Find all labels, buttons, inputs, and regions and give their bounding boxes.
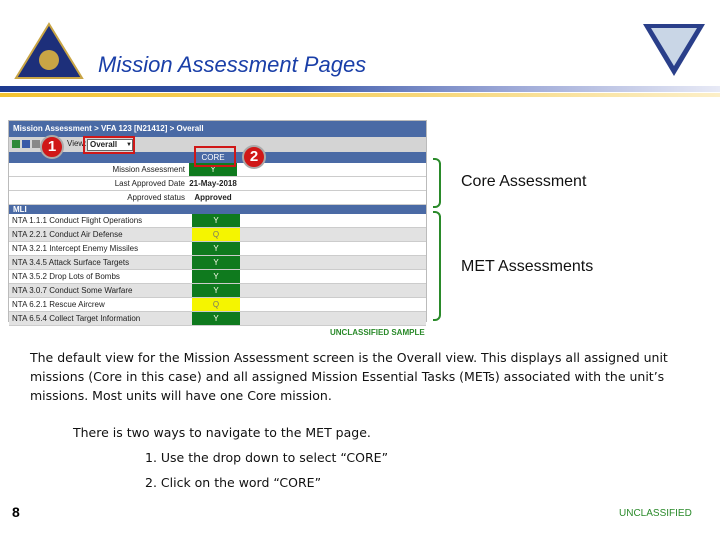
- header-divider-gold: [0, 93, 720, 97]
- summary-row: Last Approved Date 21-May-2018: [9, 177, 426, 191]
- task-row: NTA 6.2.1 Rescue Aircrew Q: [9, 298, 426, 312]
- task-row: NTA 3.5.2 Drop Lots of Bombs Y: [9, 270, 426, 284]
- row-label: Approved status: [127, 193, 185, 202]
- row-label: NTA 6.5.4 Collect Target Information: [12, 314, 141, 323]
- status-cell: Y: [192, 214, 240, 227]
- page-number: 8: [12, 504, 20, 520]
- navigation-step-1: 1. Use the drop down to select “CORE”: [145, 450, 389, 465]
- task-row: NTA 2.2.1 Conduct Air Defense Q: [9, 228, 426, 242]
- status-cell: 21-May-2018: [189, 179, 237, 188]
- task-row: NTA 6.5.4 Collect Target Information Y: [9, 312, 426, 326]
- core-highlight: [194, 146, 236, 167]
- row-label: NTA 6.2.1 Rescue Aircrew: [12, 300, 105, 309]
- task-row: NTA 3.4.5 Attack Surface Targets Y: [9, 256, 426, 270]
- status-cell: Y: [192, 242, 240, 255]
- status-cell: Y: [192, 270, 240, 283]
- row-label: NTA 3.5.2 Drop Lots of Bombs: [12, 272, 120, 281]
- callout-1: 1: [40, 135, 64, 159]
- status-cell: Y: [192, 284, 240, 297]
- dropdown-highlight: [83, 136, 135, 154]
- classification-footer: UNCLASSIFIED: [619, 508, 692, 519]
- description-paragraph: The default view for the Mission Assessm…: [30, 350, 668, 403]
- callout-2: 2: [242, 145, 266, 169]
- status-cell: Q: [192, 228, 240, 241]
- print-icon[interactable]: [32, 140, 40, 148]
- row-label: Mission Assessment: [112, 165, 185, 174]
- task-row: NTA 3.0.7 Conduct Some Warfare Y: [9, 284, 426, 298]
- core-bracket: [433, 158, 441, 208]
- word-export-icon[interactable]: [22, 140, 30, 148]
- met-assessments-label: MET Assessments: [461, 258, 594, 275]
- status-cell: Q: [192, 298, 240, 311]
- mli-section-header: MLI: [9, 205, 426, 214]
- status-cell: Y: [192, 256, 240, 269]
- row-label: NTA 3.2.1 Intercept Enemy Missiles: [12, 244, 139, 253]
- row-label: NTA 2.2.1 Conduct Air Defense: [12, 230, 123, 239]
- summary-row: Approved status Approved: [9, 191, 426, 205]
- row-label: Last Approved Date: [114, 179, 185, 188]
- breadcrumb: Mission Assessment > VFA 123 [N21412] > …: [9, 121, 426, 137]
- navigation-step-2: 2. Click on the word “CORE”: [145, 475, 322, 490]
- header-divider-blue: [0, 86, 720, 92]
- status-cell: Y: [192, 312, 240, 325]
- row-label: NTA 1.1.1 Conduct Flight Operations: [12, 216, 143, 225]
- status-cell: Approved: [194, 193, 232, 202]
- page-title: Mission Assessment Pages: [98, 52, 367, 77]
- met-bracket: [433, 211, 441, 321]
- navigation-intro: There is two ways to navigate to the MET…: [73, 425, 371, 440]
- row-label: NTA 3.0.7 Conduct Some Warfare: [12, 286, 133, 295]
- row-label: NTA 3.4.5 Attack Surface Targets: [12, 258, 130, 267]
- core-assessment-label: Core Assessment: [461, 173, 587, 190]
- right-emblem-logo: [643, 24, 705, 76]
- task-row: NTA 1.1.1 Conduct Flight Operations Y: [9, 214, 426, 228]
- excel-export-icon[interactable]: [12, 140, 20, 148]
- task-row: NTA 3.2.1 Intercept Enemy Missiles Y: [9, 242, 426, 256]
- unclassified-sample-label: UNCLASSIFIED SAMPLE: [330, 328, 425, 337]
- left-emblem-logo: [14, 22, 84, 79]
